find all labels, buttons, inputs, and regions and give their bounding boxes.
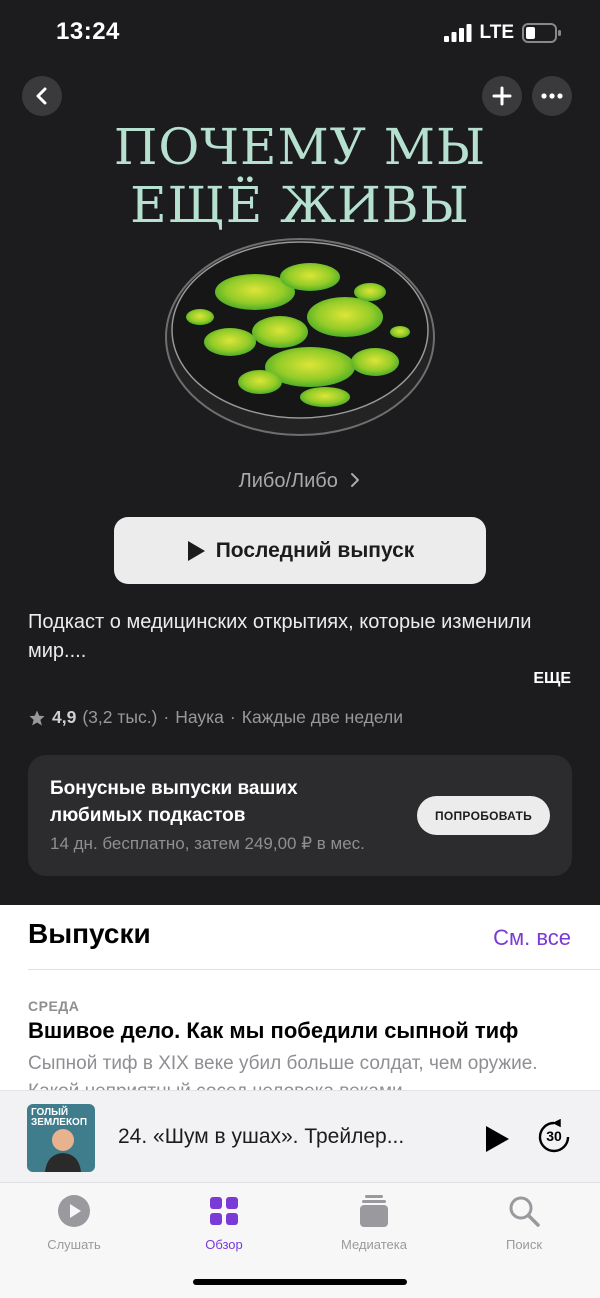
podcast-description: Подкаст о медицинских открытиях, которые… bbox=[28, 611, 532, 662]
tab-label: Медиатека bbox=[341, 1237, 407, 1252]
frequency: Каждые две недели bbox=[241, 707, 404, 727]
battery-icon bbox=[522, 23, 561, 43]
rating-count: (3,2 тыс.) bbox=[82, 707, 158, 727]
author-link[interactable]: Либо/Либо bbox=[0, 470, 600, 493]
latest-episode-button[interactable]: Последний выпуск bbox=[114, 517, 486, 584]
star-icon bbox=[29, 710, 45, 725]
cover-person-image bbox=[45, 1129, 81, 1172]
category: Наука bbox=[175, 707, 224, 727]
tab-label: Слушать bbox=[47, 1237, 101, 1252]
mini-player[interactable]: ГОЛЫЙ ЗЕМЛЕКОП 24. «Шум в ушах». Трейлер… bbox=[0, 1090, 600, 1183]
chevron-left-icon bbox=[36, 87, 47, 105]
signal-icon bbox=[443, 24, 472, 42]
home-indicator bbox=[193, 1279, 407, 1285]
meta-separator: · bbox=[163, 707, 170, 727]
subscription-promo-card: Бонусные выпуски ваших любимых подкастов… bbox=[28, 755, 572, 876]
plus-icon bbox=[492, 86, 512, 106]
author-name: Либо/Либо bbox=[238, 470, 338, 492]
tab-listen[interactable]: Слушать bbox=[4, 1193, 144, 1252]
podcast-art-title: ПОЧЕМУ МЫ ЕЩЁ ЖИВЫ bbox=[0, 118, 600, 234]
rating-value: 4,9 bbox=[52, 707, 77, 727]
chevron-right-icon bbox=[351, 473, 360, 487]
skip-seconds-label: 30 bbox=[546, 1128, 562, 1144]
status-time: 13:24 bbox=[56, 18, 120, 45]
episodes-heading: Выпуски bbox=[28, 918, 151, 949]
promo-title: Бонусные выпуски ваших любимых подкастов bbox=[50, 778, 298, 826]
divider bbox=[28, 969, 600, 970]
cover-text: ГОЛЫЙ ЗЕМЛЕКОП bbox=[31, 1107, 88, 1128]
now-playing-title[interactable]: 24. «Шум в ушах». Трейлер... bbox=[118, 1125, 458, 1149]
skip-forward-button[interactable]: 30 bbox=[536, 1119, 572, 1155]
meta-separator: · bbox=[229, 707, 236, 727]
more-button[interactable]: ЕЩЕ bbox=[533, 670, 571, 688]
more-options-button[interactable] bbox=[532, 76, 572, 116]
library-icon bbox=[360, 1195, 388, 1227]
grid-icon bbox=[210, 1197, 238, 1225]
art-title-line2: ЕЩЁ ЖИВЫ bbox=[130, 176, 470, 234]
back-button[interactable] bbox=[22, 76, 62, 116]
episode-title[interactable]: Вшивое дело. Как мы победили сыпной тиф bbox=[28, 1018, 518, 1044]
petri-dish-artwork bbox=[165, 238, 435, 436]
tab-label: Поиск bbox=[505, 1237, 543, 1252]
now-playing-cover: ГОЛЫЙ ЗЕМЛЕКОП bbox=[27, 1104, 95, 1172]
search-icon bbox=[509, 1196, 540, 1227]
promo-subtitle: 14 дн. бесплатно, затем 249,00 ₽ в мес. bbox=[50, 834, 365, 853]
tab-library[interactable]: Медиатека bbox=[304, 1193, 444, 1252]
network-label: LTE bbox=[479, 22, 514, 43]
status-icons: LTE bbox=[443, 22, 562, 44]
tab-label: Обзор bbox=[205, 1237, 243, 1252]
podcast-meta: 4,9 (3,2 тыс.) · Наука · Каждые две неде… bbox=[28, 707, 403, 728]
play-icon[interactable] bbox=[484, 1125, 510, 1153]
see-all-link[interactable]: См. все bbox=[493, 925, 571, 951]
art-title-line1: ПОЧЕМУ МЫ bbox=[113, 118, 487, 176]
episode-description: Сыпной тиф в XIX веке убил больше солдат… bbox=[28, 1053, 538, 1092]
episode-day: СРЕДА bbox=[28, 998, 80, 1014]
ellipsis-icon bbox=[541, 93, 563, 99]
play-circle-icon bbox=[58, 1195, 90, 1227]
play-icon bbox=[187, 540, 205, 561]
tab-browse[interactable]: Обзор bbox=[154, 1193, 294, 1252]
try-button[interactable]: ПОПРОБОВАТЬ bbox=[417, 796, 550, 835]
latest-episode-label: Последний выпуск bbox=[215, 538, 415, 562]
add-button[interactable] bbox=[482, 76, 522, 116]
tab-search[interactable]: Поиск bbox=[454, 1193, 594, 1252]
